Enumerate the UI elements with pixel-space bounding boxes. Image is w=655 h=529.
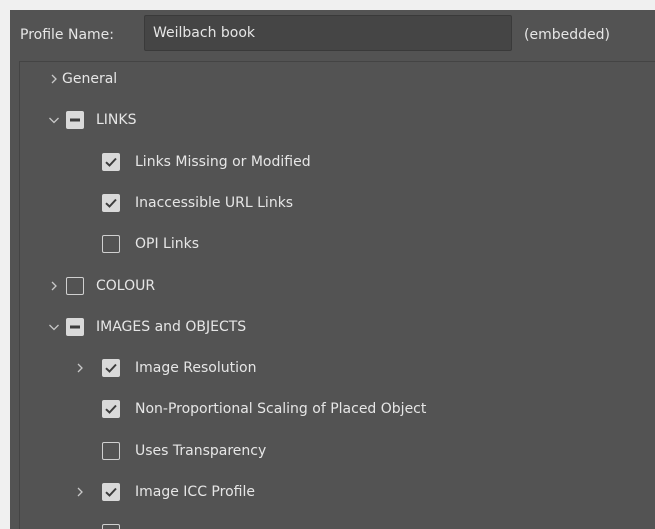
chevron-down-icon[interactable] xyxy=(46,112,62,128)
preflight-profile-panel: Profile Name: (embedded) General LINKS Lin… xyxy=(10,10,655,529)
checkbox-unchecked[interactable] xyxy=(102,441,120,460)
chevron-right-icon[interactable] xyxy=(46,278,62,294)
tree-item-label: IMAGES and OBJECTS xyxy=(96,318,247,335)
tree-row[interactable]: OPI Links xyxy=(20,224,655,264)
checkbox-checked[interactable] xyxy=(102,400,120,419)
chevron-down-icon[interactable] xyxy=(46,319,62,335)
checkbox-unchecked[interactable] xyxy=(102,524,120,529)
tree-item-label: General xyxy=(62,71,118,87)
checkbox-checked[interactable] xyxy=(102,483,120,501)
checkbox-mixed[interactable] xyxy=(66,317,84,336)
tree-row[interactable]: Uses Transparency xyxy=(20,431,655,471)
embedded-label: (embedded) xyxy=(524,27,610,43)
tree-row[interactable]: Inaccessible URL Links xyxy=(20,183,655,223)
tree-row[interactable]: Non-Proportional Scaling of Placed Objec… xyxy=(20,389,655,429)
checkbox-mixed[interactable] xyxy=(66,111,84,130)
tree-item-label: Links Missing or Modified xyxy=(135,153,311,170)
tree-row[interactable]: LINKS xyxy=(20,100,655,140)
tree-row[interactable]: Links Missing or Modified xyxy=(20,142,655,182)
preflight-rules-tree: General LINKS Links Missing or Modified Ina… xyxy=(19,61,655,529)
tree-item-label: OPI Links xyxy=(135,236,200,253)
tree-item-label: Uses Transparency xyxy=(135,442,267,459)
checkbox-checked[interactable] xyxy=(102,193,120,212)
tree-row[interactable]: IMAGES and OBJECTS xyxy=(20,307,655,347)
chevron-right-icon[interactable] xyxy=(72,360,88,376)
tree-row[interactable]: Image ICC Profile xyxy=(20,472,655,512)
chevron-right-icon[interactable] xyxy=(72,484,88,500)
tree-item-label: Inaccessible URL Links xyxy=(135,194,294,211)
tree-item-label: Image ICC Profile xyxy=(135,484,255,500)
tree-row[interactable] xyxy=(20,513,655,529)
checkbox-unchecked[interactable] xyxy=(102,235,120,254)
tree-item-label: COLOUR xyxy=(96,277,156,294)
tree-item-label: LINKS xyxy=(96,112,137,129)
checkbox-checked[interactable] xyxy=(102,359,120,378)
tree-item-label: Non-Proportional Scaling of Placed Objec… xyxy=(135,401,427,418)
chevron-right-icon[interactable] xyxy=(46,71,62,87)
tree-item-label: Image Resolution xyxy=(135,360,257,377)
tree-row[interactable]: Image Resolution xyxy=(20,348,655,388)
checkbox-unchecked[interactable] xyxy=(66,276,84,295)
profile-name-label: Profile Name: xyxy=(20,27,115,43)
checkbox-checked[interactable] xyxy=(102,152,120,171)
tree-row[interactable]: General xyxy=(20,62,655,99)
profile-name-input[interactable] xyxy=(144,15,512,51)
tree-row[interactable]: COLOUR xyxy=(20,266,655,306)
